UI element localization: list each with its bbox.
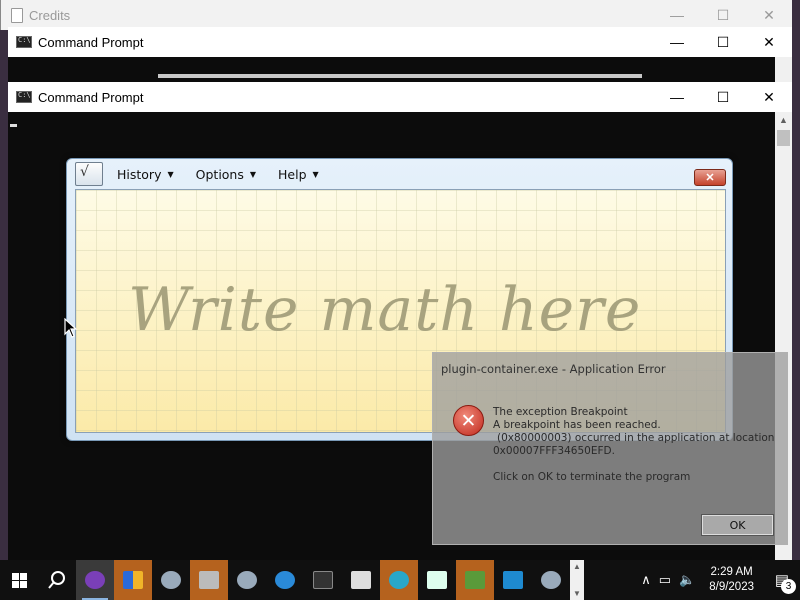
cmd-front-title-bar[interactable]: Command Prompt — ☐ ✕: [8, 82, 792, 112]
glasses-app-icon: [85, 571, 105, 589]
application-error-dialog[interactable]: plugin-container.exe - Application Error…: [432, 352, 788, 545]
cd-app-icon: [161, 571, 181, 589]
taskbar-scroll[interactable]: ▲ ▼: [570, 560, 584, 600]
maximize-button[interactable]: ☐: [700, 0, 746, 30]
minimize-button[interactable]: —: [654, 0, 700, 30]
chevron-up-icon[interactable]: ▲: [573, 562, 581, 571]
cmd-icon: [16, 36, 32, 48]
maximize-button[interactable]: ☐: [700, 27, 746, 57]
cmd-back-window-title: Command Prompt: [38, 34, 144, 50]
taskbar-app-5[interactable]: [266, 560, 304, 600]
minimize-button[interactable]: —: [654, 82, 700, 112]
close-button[interactable]: ✕: [746, 82, 792, 112]
error-line-2: A breakpoint has been reached.: [493, 419, 661, 431]
dialog-title: plugin-container.exe - Application Error: [441, 362, 666, 376]
taskbar-app-2[interactable]: [152, 560, 190, 600]
system-tray: ∧ ▭ 🔈 2:29 AM 8/9/2023 ▤ 3: [637, 560, 800, 600]
windows-logo-icon: [11, 572, 27, 588]
clock-date: 8/9/2023: [709, 581, 754, 593]
caret-down-icon: ▼: [167, 169, 174, 179]
vertical-scrollbar[interactable]: [775, 57, 792, 82]
math-menubar: History ▼ Options ▼ Help ▼: [67, 159, 732, 189]
search-icon: [48, 571, 65, 589]
chevron-down-icon[interactable]: ▼: [573, 589, 581, 598]
taskbar-app-10[interactable]: [456, 560, 494, 600]
notification-badge: 3: [781, 579, 796, 594]
cmd-icon: [16, 91, 32, 103]
taskbar-app-9[interactable]: [418, 560, 456, 600]
blue-window-app-icon: [503, 571, 523, 589]
ie-app-icon: [275, 571, 295, 589]
menu-help-label: Help: [278, 166, 307, 182]
error-footer: Click on OK to terminate the program: [493, 471, 691, 483]
cd-app-icon-2: [237, 571, 257, 589]
network-icon[interactable]: ▭: [655, 572, 675, 588]
desktop: Credits — ☐ ✕ Command Prompt — ☐ ✕ Comma…: [0, 0, 800, 600]
cmd-back-title-bar[interactable]: Command Prompt — ☐ ✕: [8, 27, 792, 57]
credits-window[interactable]: Credits — ☐ ✕: [0, 0, 792, 30]
cmd-front-window-title: Command Prompt: [38, 89, 144, 105]
math-input-icon: [75, 162, 103, 186]
credits-title-bar[interactable]: Credits — ☐ ✕: [1, 0, 792, 30]
show-hidden-icons-chevron-icon[interactable]: ∧: [637, 572, 655, 588]
menu-history-label: History: [117, 166, 162, 182]
error-line-1: The exception Breakpoint: [493, 406, 628, 418]
taskbar-app-7[interactable]: [342, 560, 380, 600]
taskbar-app-6[interactable]: [304, 560, 342, 600]
caret-down-icon: ▼: [312, 169, 319, 179]
taskbar-app-3[interactable]: [190, 560, 228, 600]
writing-hint: Write math here: [128, 275, 642, 345]
start-button[interactable]: [0, 560, 38, 600]
error-message: The exception Breakpoint A breakpoint ha…: [493, 406, 774, 458]
menu-history[interactable]: History ▼: [117, 167, 174, 182]
taskbar-app-4[interactable]: [228, 560, 266, 600]
error-line-4: 0x00007FFF34650EFD.: [493, 445, 615, 457]
error-line-3: (0x80000003) occurred in the application…: [497, 432, 775, 444]
taskbar-app-8[interactable]: [380, 560, 418, 600]
menu-options[interactable]: Options ▼: [196, 167, 256, 182]
math-close-button[interactable]: ✕: [694, 169, 726, 186]
image-app-icon: [427, 571, 447, 589]
caret-down-icon: ▼: [249, 169, 257, 179]
clock[interactable]: 2:29 AM 8/9/2023: [699, 565, 764, 595]
scroll-up-arrow-icon[interactable]: ▲: [775, 112, 792, 128]
document-icon: [11, 7, 23, 23]
volume-icon[interactable]: 🔈: [675, 572, 699, 588]
notification-center-button[interactable]: ▤ 3: [764, 560, 800, 600]
edge-app-icon: [389, 571, 409, 589]
credits-window-title: Credits: [29, 7, 71, 23]
taskbar-app-1[interactable]: [114, 560, 152, 600]
ok-button[interactable]: OK: [701, 514, 774, 536]
menu-options-label: Options: [195, 166, 244, 182]
taskbar-app-12[interactable]: [532, 560, 570, 600]
close-button[interactable]: ✕: [746, 0, 792, 30]
text-cursor: [10, 124, 17, 127]
menu-help[interactable]: Help ▼: [278, 167, 319, 182]
scrollbar-thumb[interactable]: [777, 130, 790, 146]
horizontal-scrollbar[interactable]: [158, 74, 642, 78]
clock-time: 2:29 AM: [710, 566, 753, 578]
taskbar-app-0[interactable]: [76, 560, 114, 600]
minimize-button[interactable]: —: [654, 27, 700, 57]
search-button[interactable]: [38, 560, 76, 600]
taskbar-app-11[interactable]: [494, 560, 532, 600]
error-icon: ✕: [453, 405, 484, 436]
maximize-button[interactable]: ☐: [700, 82, 746, 112]
shield-app-icon: [123, 571, 143, 589]
command-prompt-window-back[interactable]: Command Prompt — ☐ ✕: [8, 27, 792, 82]
terminal-app-icon: [313, 571, 333, 589]
chart-app-icon: [465, 571, 485, 589]
cd-app-icon-3: [541, 571, 561, 589]
close-button[interactable]: ✕: [746, 27, 792, 57]
printer-app-icon: [199, 571, 219, 589]
taskbar: ▲▼ ∧ ▭ 🔈 2:29 AM 8/9/2023 ▤ 3: [0, 560, 800, 600]
window-app-icon: [351, 571, 371, 589]
